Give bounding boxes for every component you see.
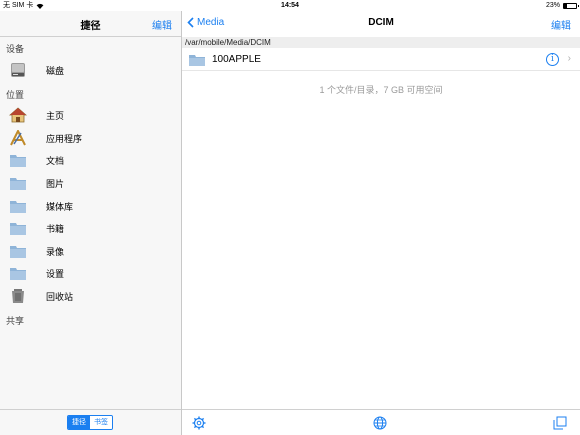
battery-percent: 23% — [545, 2, 560, 9]
sidebar-item-settings[interactable]: 设置 — [0, 262, 181, 284]
gear-icon[interactable] — [192, 416, 206, 430]
sidebar-item-documents[interactable]: 文档 — [0, 149, 181, 171]
sidebar-item-label: 主页 — [46, 111, 65, 121]
battery-icon — [563, 2, 579, 9]
folder-icon — [10, 268, 26, 280]
sidebar-item-media-library[interactable]: 媒体库 — [0, 195, 181, 217]
section-header-devices: 设备 — [6, 44, 25, 54]
sidebar-item-label: 媒体库 — [46, 202, 74, 212]
sidebar-item-label: 书籍 — [46, 224, 65, 234]
summary-text: 1 个文件/目录，7 GB 可用空间 — [319, 85, 443, 95]
segmented-control: 捷径 书签 — [67, 415, 113, 430]
sidebar-edit-button[interactable]: 编辑 — [152, 17, 172, 32]
sidebar-item-applications[interactable]: 应用程序 — [0, 127, 181, 149]
sidebar-item-books[interactable]: 书籍 — [0, 217, 181, 239]
status-bar: 无 SIM 卡 14:54 23% — [0, 0, 580, 11]
page-title: DCIM — [368, 17, 394, 28]
sidebar-item-disk[interactable]: 磁盘 — [0, 59, 181, 81]
sidebar-item-home[interactable]: 主页 — [0, 104, 181, 126]
folder-icon — [10, 223, 26, 235]
sidebar-item-label: 磁盘 — [46, 66, 65, 76]
list-item-name: 100APPLE — [212, 54, 261, 65]
folder-icon — [189, 55, 205, 66]
battery-fill — [564, 3, 567, 8]
sidebar-item-label: 文档 — [46, 156, 65, 166]
segment-bookmarks[interactable]: 书签 — [90, 416, 112, 429]
folder-icon — [10, 201, 26, 213]
sidebar-item-label: 回收站 — [46, 292, 74, 302]
main-pane: Media DCIM 编辑 /var/mobile/Media/DCIM 100… — [182, 11, 580, 435]
main-nav-bar: Media DCIM 编辑 — [182, 11, 580, 37]
status-time: 14:54 — [281, 2, 299, 9]
section-header-shared: 共享 — [6, 316, 25, 326]
sidebar-item-label: 图片 — [46, 179, 65, 189]
folder-icon — [10, 155, 26, 167]
main-toolbar — [182, 409, 580, 435]
disk-icon — [11, 63, 25, 77]
sidebar-item-label: 录像 — [46, 247, 65, 257]
sidebar: 捷径 编辑 设备 磁盘 位置 主页 应用程序 文档 图片 媒体库 书籍 录像 设… — [0, 11, 181, 435]
folder-icon — [10, 246, 26, 258]
segment-shortcuts[interactable]: 捷径 — [68, 416, 90, 429]
main-edit-button[interactable]: 编辑 — [551, 17, 571, 32]
sidebar-item-label: 应用程序 — [46, 134, 83, 144]
divider — [0, 36, 181, 37]
applications-icon — [10, 130, 26, 146]
chevron-right-icon: › — [567, 53, 571, 64]
sidebar-item-pictures[interactable]: 图片 — [0, 172, 181, 194]
sidebar-item-videos[interactable]: 录像 — [0, 240, 181, 262]
globe-icon[interactable] — [373, 416, 387, 430]
info-icon[interactable]: i — [546, 53, 559, 66]
status-right: 23% — [545, 0, 579, 11]
home-icon — [9, 107, 27, 123]
sidebar-nav-bar: 捷径 编辑 — [0, 11, 181, 37]
section-header-locations: 位置 — [6, 90, 25, 100]
folder-icon — [10, 178, 26, 190]
path-bar: /var/mobile/Media/DCIM — [182, 37, 580, 48]
list-item[interactable]: 100APPLE i › — [182, 49, 580, 71]
windows-icon[interactable] — [553, 416, 567, 430]
sidebar-item-label: 设置 — [46, 269, 65, 279]
sidebar-item-trash[interactable]: 回收站 — [0, 285, 181, 307]
trash-icon — [12, 289, 24, 303]
sidebar-toolbar: 捷径 书签 — [0, 409, 181, 435]
